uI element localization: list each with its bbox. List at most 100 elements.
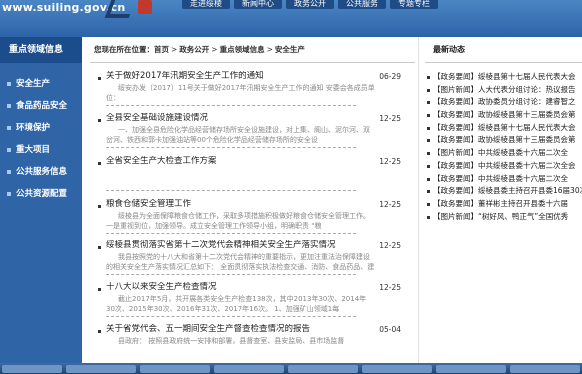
news-item[interactable]: 【政务要闻】政协委员分组讨论：建睿智之 xyxy=(425,96,582,109)
nav-item-topics[interactable]: 专题专栏 xyxy=(390,0,438,9)
news-category: 【政务要闻】 xyxy=(433,110,478,120)
bullet-icon xyxy=(98,205,101,208)
sidebar-item-work-safety[interactable]: 安全生产 xyxy=(0,73,82,95)
news-category: 【政务要闻】 xyxy=(433,97,478,107)
page: www.suiling.gov.cn 走进绥棱 新闻中心 政务公开 公共服务 专… xyxy=(0,0,582,374)
news-category: 【政务要闻】 xyxy=(433,198,478,208)
dotted-divider xyxy=(106,147,356,148)
article-date: 12-25 xyxy=(379,283,401,292)
news-title[interactable]: 政协委员分组讨论：建睿智之 xyxy=(478,97,576,106)
bullet-icon xyxy=(98,119,101,122)
article-title[interactable]: 关于省党代会、五一期间安全生产督查检查情况的报告 xyxy=(106,324,375,335)
article-item: 关于省党代会、五一期间安全生产督查检查情况的报告 05-04 县政府： 按照县政… xyxy=(90,324,415,356)
taskbar-button[interactable] xyxy=(66,365,136,373)
news-title[interactable]: 绥棱县第十七届人民代表大会 xyxy=(478,72,576,81)
article-title[interactable]: 十八大以来安全生产检查情况 xyxy=(106,282,375,293)
article-title[interactable]: 粮食仓储安全管理工作 xyxy=(106,199,375,210)
news-title[interactable]: 中共绥棱县委十六届二次全 xyxy=(478,148,568,157)
article-date: 05-04 xyxy=(379,325,401,334)
sidebar-item-major-projects[interactable]: 重大项目 xyxy=(0,139,82,161)
news-item[interactable]: 【政务要闻】绥棱县委主持召开县委16届30次 xyxy=(425,185,582,198)
main-nav: 走进绥棱 新闻中心 政务公开 公共服务 专题专栏 xyxy=(182,0,442,9)
taskbar-button[interactable] xyxy=(510,365,580,373)
news-category: 【政务要闻】 xyxy=(433,173,478,183)
dotted-divider xyxy=(106,105,356,106)
nav-item-public-service[interactable]: 公共服务 xyxy=(338,0,386,9)
news-title[interactable]: 绥棱县第十七届人民代表大会 xyxy=(478,123,576,132)
news-category: 【图片新闻】 xyxy=(433,211,478,221)
news-title[interactable]: 中共绥棱县委十六届二次全会 xyxy=(478,161,576,170)
article-date: 12-25 xyxy=(379,114,401,123)
news-title[interactable]: 董祥彬主持召开县委十六届 xyxy=(478,199,568,208)
news-title[interactable]: 人大代表分组讨论：热议报告 xyxy=(478,85,576,94)
article-title[interactable]: 绥棱县贯彻落实省第十二次党代会精神相关安全生产落实情况 xyxy=(106,240,375,251)
article-title[interactable]: 全省安全生产大检查工作方案 xyxy=(106,156,375,167)
dotted-divider xyxy=(106,233,356,234)
dotted-divider xyxy=(106,190,356,191)
news-item[interactable]: 【政务要闻】中共绥棱县委十六届二次全 xyxy=(425,173,582,186)
news-item[interactable]: 【政务要闻】政协绥棱县第十三届委员会第 xyxy=(425,109,582,122)
news-title[interactable]: 中共绥棱县委十六届二次全 xyxy=(478,174,568,183)
right-sidebar: 最新动态 【政务要闻】绥棱县第十七届人民代表大会 【图片新闻】人大代表分组讨论：… xyxy=(425,37,582,374)
bullet-icon xyxy=(98,246,101,249)
nav-item-news[interactable]: 新闻中心 xyxy=(234,0,282,9)
news-item[interactable]: 【政务要闻】绥棱县第十七届人民代表大会 xyxy=(425,122,582,135)
taskbar-button[interactable] xyxy=(436,365,506,373)
news-item[interactable]: 【政务要闻】中共绥棱县委十六届二次全会 xyxy=(425,160,582,173)
article-date: 12-25 xyxy=(379,157,401,166)
news-item[interactable]: 【图片新闻】“树好风、鸭正气”全国优秀 xyxy=(425,211,582,224)
sidebar-item-food-drug-safety[interactable]: 食品药品安全 xyxy=(0,95,82,117)
news-item[interactable]: 【图片新闻】中共绥棱县委十六届二次全 xyxy=(425,147,582,160)
column-divider xyxy=(418,37,419,374)
breadcrumb-separator: > xyxy=(171,45,178,54)
article-list: 关于做好2017年汛期安全生产工作的通知 06-29 绥安办发〔2017〕11号… xyxy=(90,63,415,356)
sidebar-item-environment[interactable]: 环境保护 xyxy=(0,117,82,139)
news-item[interactable]: 【政务要闻】政协绥棱县第十三届委员会第 xyxy=(425,134,582,147)
dotted-divider xyxy=(106,316,356,317)
breadcrumb-separator: > xyxy=(211,45,218,54)
news-item[interactable]: 【图片新闻】人大代表分组讨论：热议报告 xyxy=(425,84,582,97)
article-summary xyxy=(106,168,375,188)
article-summary: 县政府： 按照县政府统一安排和部署，县督查室、县安监局、县市场监督 xyxy=(118,337,345,345)
news-category: 【政务要闻】 xyxy=(433,135,478,145)
logo xyxy=(100,0,160,20)
calligraphy-logo-icon xyxy=(104,0,136,18)
article-date: 12-25 xyxy=(379,241,401,250)
news-category: 【政务要闻】 xyxy=(433,122,478,132)
dotted-divider xyxy=(106,274,356,275)
article-date: 12-25 xyxy=(379,200,401,209)
news-category: 【政务要闻】 xyxy=(433,72,478,81)
taskbar-button[interactable] xyxy=(2,365,62,373)
breadcrumb-key-areas[interactable]: 重点领域信息 xyxy=(220,45,265,54)
breadcrumb-gov-info[interactable]: 政务公开 xyxy=(179,45,209,54)
news-item[interactable]: 【政务要闻】董祥彬主持召开县委十六届 xyxy=(425,198,582,211)
news-item[interactable]: 【政务要闻】绥棱县第十七届人民代表大会 xyxy=(425,71,582,84)
taskbar-button[interactable] xyxy=(288,365,358,373)
breadcrumb-separator: > xyxy=(266,45,273,54)
article-title[interactable]: 全县安全基础设施建设情况 xyxy=(106,113,375,124)
bullet-icon xyxy=(98,330,101,333)
nav-item-gov-info[interactable]: 政务公开 xyxy=(286,0,334,9)
taskbar-button[interactable] xyxy=(140,365,210,373)
breadcrumb-home[interactable]: 首页 xyxy=(154,45,169,54)
article-item: 绥棱县贯彻落实省第十二次党代会精神相关安全生产落实情况 12-25 我县按照党的… xyxy=(90,240,415,275)
article-date: 06-29 xyxy=(379,72,401,81)
article-title[interactable]: 关于做好2017年汛期安全生产工作的通知 xyxy=(106,71,375,82)
site-header: www.suiling.gov.cn 走进绥棱 新闻中心 政务公开 公共服务 专… xyxy=(0,0,582,37)
nav-item-about[interactable]: 走进绥棱 xyxy=(182,0,230,9)
news-category: 【图片新闻】 xyxy=(433,84,478,94)
sidebar-item-public-service-info[interactable]: 公共服务信息 xyxy=(0,161,82,183)
news-title[interactable]: 政协绥棱县第十三届委员会第 xyxy=(478,110,576,119)
article-item: 全县安全基础设施建设情况 12-25 一、加强全县危险化学品经营储存场所安全设施… xyxy=(90,113,415,148)
news-title[interactable]: “树好风、鸭正气”全国优秀 xyxy=(478,212,568,221)
news-category: 【图片新闻】 xyxy=(433,148,478,158)
news-title[interactable]: 政协绥棱县第十三届委员会第 xyxy=(478,135,576,144)
left-sidebar: 重点领域信息 安全生产 食品药品安全 环境保护 重大项目 公共服务信息 公共资源… xyxy=(0,37,82,374)
news-title[interactable]: 绥棱县委主持召开县委16届30次 xyxy=(478,186,582,195)
sidebar-item-public-resources[interactable]: 公共资源配置 xyxy=(0,183,82,205)
taskbar-button[interactable] xyxy=(214,365,284,373)
red-seal-icon xyxy=(138,0,152,14)
bullet-icon xyxy=(98,77,101,80)
bullet-icon xyxy=(98,288,101,291)
taskbar-button[interactable] xyxy=(362,365,432,373)
